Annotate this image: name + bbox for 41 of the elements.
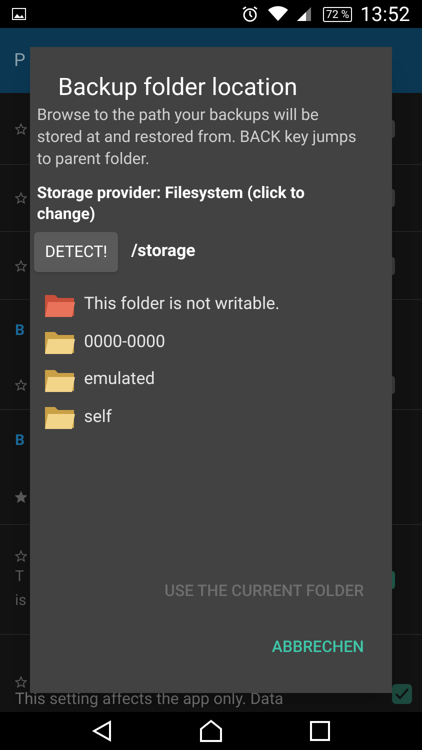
current-path: /storage — [131, 240, 196, 264]
star-icon[interactable] — [15, 122, 27, 134]
toolbar-title: P — [14, 52, 26, 70]
setting-description: is — [15, 590, 26, 610]
checkmark-icon — [395, 688, 409, 700]
switch-track[interactable] — [392, 256, 395, 274]
star-icon[interactable] — [15, 550, 27, 562]
battery-indicator: 72 % — [323, 6, 352, 22]
folder-icon — [44, 404, 76, 430]
switch-track[interactable] — [392, 120, 395, 138]
wifi-icon — [267, 6, 290, 22]
storage-provider-link[interactable]: Storage provider: Filesystem (click to change) — [37, 182, 362, 224]
section-header: B — [15, 432, 25, 448]
alarm-icon — [241, 5, 260, 23]
checkbox[interactable] — [392, 684, 412, 704]
back-icon[interactable] — [92, 720, 112, 742]
detect-button[interactable]: DETECT! — [34, 232, 118, 272]
section-header: B — [15, 322, 25, 338]
folder-item[interactable]: 0000-0000 — [44, 324, 378, 361]
recent-apps-icon[interactable] — [310, 721, 330, 741]
switch-track[interactable] — [392, 376, 395, 394]
star-icon[interactable] — [15, 378, 27, 390]
dialog-button[interactable]: ABBRECHEN — [272, 619, 364, 675]
star-icon[interactable] — [15, 491, 27, 503]
dialog-title: Backup folder location — [58, 72, 298, 102]
folder-icon — [44, 329, 76, 356]
star-icon[interactable] — [15, 676, 27, 688]
star-icon[interactable] — [15, 192, 27, 204]
folder-item: This folder is not writable. — [44, 286, 378, 324]
switch-track[interactable] — [392, 570, 395, 588]
image-icon — [12, 8, 26, 20]
switch-track[interactable] — [392, 189, 395, 207]
folder-item[interactable]: emulated — [44, 361, 378, 398]
home-icon[interactable] — [198, 719, 223, 743]
dialog-description: Browse to the path your backups will be stored at and restored from. BACK key jumps to parent folder. — [37, 104, 358, 170]
setting-description: This setting affects the app only. Data — [15, 690, 284, 708]
folder-item[interactable]: self — [44, 398, 378, 436]
clock: 13:52 — [360, 1, 410, 28]
signal-icon — [297, 7, 312, 21]
star-icon[interactable] — [15, 260, 27, 272]
setting-description: T — [15, 566, 24, 586]
